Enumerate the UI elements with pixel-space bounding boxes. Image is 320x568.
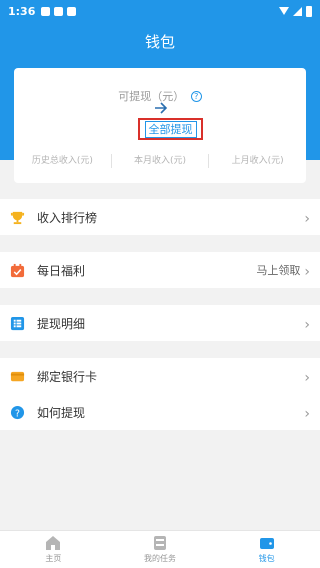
menu-label: 绑定银行卡 xyxy=(37,369,98,384)
withdraw-all-label: 全部提现 xyxy=(144,120,197,138)
home-icon xyxy=(46,536,61,550)
task-icon xyxy=(154,536,166,550)
battery-icon xyxy=(306,5,312,17)
tab-label: 主页 xyxy=(45,554,62,563)
question-circle-icon[interactable]: ? xyxy=(190,91,202,102)
chevron-right-icon: › xyxy=(304,369,310,386)
wifi-icon xyxy=(279,7,289,15)
menu-label: 收入排行榜 xyxy=(37,210,98,225)
menu-label: 提现明细 xyxy=(37,316,86,331)
trophy-icon xyxy=(10,211,25,224)
stat-total-income: 历史总收入(元) xyxy=(31,156,93,166)
bank-card-icon xyxy=(10,371,25,381)
menu-label: 每日福利 xyxy=(37,263,86,278)
chevron-right-icon: › xyxy=(304,210,310,227)
stat-month-income: 本月收入(元) xyxy=(110,154,209,168)
income-stats: 历史总收入(元) 本月收入(元) 上月收入(元) xyxy=(14,154,306,168)
stat-last-month-income: 上月收入(元) xyxy=(208,154,306,168)
help-icon: ? xyxy=(10,405,25,419)
tab-my-tasks[interactable]: 我的任务 xyxy=(107,531,214,568)
notification-icon xyxy=(54,6,64,16)
wallet-icon xyxy=(259,538,274,549)
arrow-right-icon xyxy=(155,102,168,114)
tab-wallet[interactable]: 钱包 xyxy=(213,531,320,568)
withdraw-all-button[interactable]: 全部提现 xyxy=(138,118,203,140)
tab-label: 我的任务 xyxy=(144,554,176,563)
claim-now-link[interactable]: 马上领取 xyxy=(256,262,300,278)
tab-label: 钱包 xyxy=(258,554,275,563)
status-bar: 1:36 xyxy=(0,0,320,22)
calendar-icon xyxy=(10,263,25,277)
notification-icon xyxy=(67,6,77,16)
signal-icon xyxy=(293,6,302,16)
chevron-right-icon: › xyxy=(304,405,310,422)
tab-home[interactable]: 主页 xyxy=(0,531,107,568)
bottom-tabbar: 主页 我的任务 钱包 xyxy=(0,530,320,568)
menu-item-how-to-withdraw[interactable]: ? 如何提现 › xyxy=(0,394,320,430)
chevron-right-icon: › xyxy=(304,316,310,333)
withdrawable-label-text: 可提现（元） xyxy=(118,90,185,103)
menu-item-bind-bank-card[interactable]: 绑定银行卡 › xyxy=(0,358,320,394)
menu-item-withdraw-details[interactable]: 提现明细 › xyxy=(0,305,320,341)
status-time: 1:36 xyxy=(8,4,36,18)
chevron-right-icon: › xyxy=(304,263,310,280)
list-icon xyxy=(10,316,25,330)
notification-icon xyxy=(41,6,51,16)
menu-label: 如何提现 xyxy=(37,405,86,420)
svg-text:?: ? xyxy=(15,408,20,419)
page-title: 钱包 xyxy=(144,33,175,51)
menu-item-daily-welfare[interactable]: 每日福利 马上领取 › xyxy=(0,252,320,288)
menu-item-income-ranking[interactable]: 收入排行榜 › xyxy=(0,199,320,235)
balance-card: 可提现（元） ? 全部提现 历史总收入(元) 本月收入(元) 上月收入(元) xyxy=(14,68,306,183)
